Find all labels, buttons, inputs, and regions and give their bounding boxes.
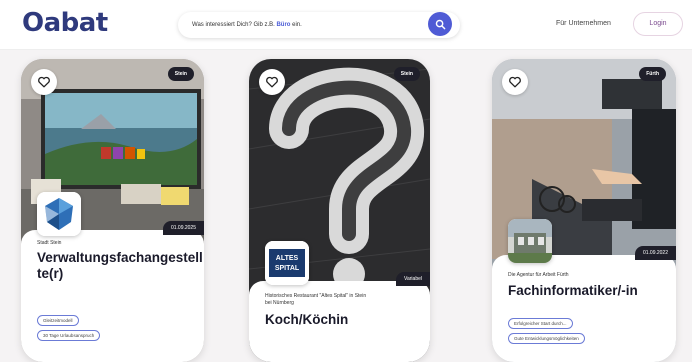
company-logo bbox=[508, 219, 552, 263]
heart-icon bbox=[509, 76, 521, 88]
company-logo: ALTES SPITAL bbox=[265, 241, 309, 285]
search-placeholder-highlight: Büro bbox=[276, 22, 291, 28]
job-card[interactable]: Stein Variabel ALTES SPITAL Historisches… bbox=[249, 59, 430, 362]
search-icon bbox=[435, 19, 445, 29]
heart-icon bbox=[266, 76, 278, 88]
job-title-line-2: te(r) bbox=[37, 266, 64, 281]
altes-spital-logo: ALTES SPITAL bbox=[265, 241, 309, 285]
job-title: Fachinformatiker/-in bbox=[508, 283, 638, 298]
employer-name: Die Agentur für Arbeit Fürth bbox=[508, 272, 569, 278]
date-badge: 01.09.2022 bbox=[634, 246, 676, 260]
job-card[interactable]: Stein 01.09.2025 Stadt Stein Verwaltungs… bbox=[21, 59, 204, 362]
employer-name-line-2: bei Nürnberg bbox=[265, 300, 294, 306]
stadt-stein-logo bbox=[37, 192, 81, 236]
job-title-line-1: Verwaltungsfachangestell bbox=[37, 250, 203, 265]
for-companies-link[interactable]: Für Unternehmen bbox=[556, 20, 611, 27]
logo-text-top: ALTES bbox=[276, 255, 299, 262]
card-info: 01.09.2025 Stadt Stein Verwaltungsfachan… bbox=[21, 192, 204, 362]
benefit-tag: Gute Entwicklungsmöglichkeiten bbox=[508, 333, 585, 344]
favorite-button[interactable] bbox=[259, 69, 285, 95]
site-header: Oabat Was interessiert Dich? Gib z.B. Bü… bbox=[0, 0, 692, 50]
login-button[interactable]: Login bbox=[633, 12, 683, 36]
location-badge: Stein bbox=[167, 67, 194, 81]
benefit-tag: 30 Tage Urlaubsanspruch bbox=[37, 330, 101, 341]
card-info: 01.09.2022 Die Agentur für Arbeit Fürth … bbox=[492, 219, 676, 362]
benefit-tag: Gleitzeitmodell bbox=[37, 315, 79, 326]
date-badge: 01.09.2025 bbox=[162, 221, 204, 235]
card-info: Variabel ALTES SPITAL Historisches Resta… bbox=[249, 241, 430, 362]
heart-icon bbox=[38, 76, 50, 88]
logo-text-bottom: SPITAL bbox=[275, 265, 300, 272]
benefit-tag: Erfolgreicher Start durch... bbox=[508, 318, 573, 329]
oabat-logo[interactable]: Oabat bbox=[22, 8, 108, 38]
company-logo bbox=[37, 192, 81, 236]
employer-name-line-1: Historisches Restaurant "Altes Spital" i… bbox=[265, 293, 367, 299]
favorite-button[interactable] bbox=[502, 69, 528, 95]
job-title: Koch/Köchin bbox=[265, 312, 349, 327]
job-card[interactable]: Fürth 01.09.2022 Die Agentur für Arbeit … bbox=[492, 59, 676, 362]
search-input[interactable]: Was interessiert Dich? Gib z.B. Büro ein… bbox=[178, 12, 460, 38]
location-badge: Stein bbox=[393, 67, 420, 81]
search-placeholder-post: ein. bbox=[290, 22, 302, 28]
search-button[interactable] bbox=[428, 12, 452, 36]
agentur-fuer-arbeit-photo bbox=[508, 219, 552, 263]
location-badge: Fürth bbox=[639, 67, 666, 81]
employer-name: Stadt Stein bbox=[37, 240, 62, 246]
search-placeholder-pre: Was interessiert Dich? Gib z.B. bbox=[192, 22, 277, 28]
favorite-button[interactable] bbox=[31, 69, 57, 95]
date-badge: Variabel bbox=[396, 272, 430, 286]
